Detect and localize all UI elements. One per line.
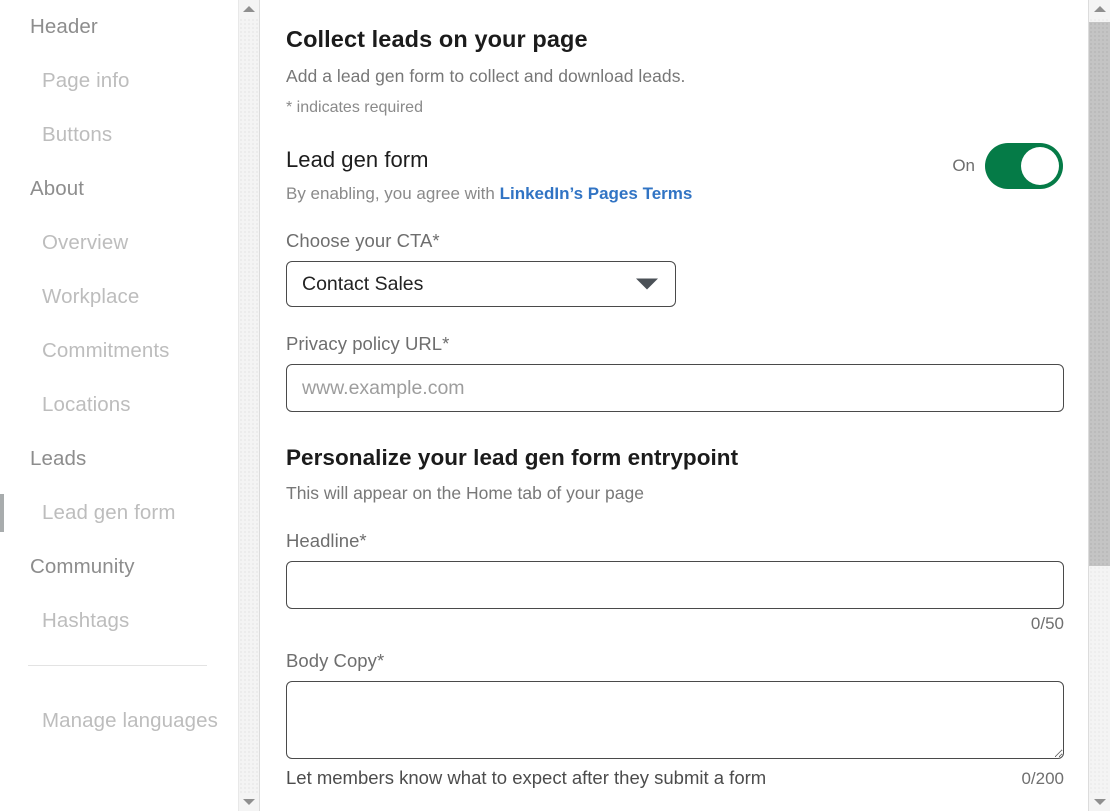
sidebar-nav-list: HeaderPage infoButtonsAboutOverviewWorkp… [0, 0, 238, 748]
sidebar-item-page-info[interactable]: Page info [0, 54, 238, 108]
main-scroll-down-button[interactable] [1089, 793, 1110, 811]
sidebar-item-buttons[interactable]: Buttons [0, 108, 238, 162]
cta-selected-value: Contact Sales [302, 273, 423, 296]
triangle-down-icon [1094, 799, 1106, 805]
lead-gen-form-label: Lead gen form [286, 147, 1063, 173]
cta-select[interactable]: Contact Sales [286, 261, 676, 307]
sidebar-item-label: Manage languages [0, 694, 238, 748]
personalize-section-subtitle: This will appear on the Home tab of your… [286, 471, 1063, 504]
main-content: Collect leads on your page Add a lead ge… [261, 0, 1088, 811]
lead-gen-form-toggle-row: Lead gen form By enabling, you agree wit… [286, 147, 1063, 204]
sidebar-scroll-down-button[interactable] [239, 793, 259, 811]
triangle-up-icon [243, 6, 255, 12]
triangle-down-icon [243, 799, 255, 805]
sidebar-item-community: Community [0, 540, 238, 594]
lead-gen-consent-text: By enabling, you agree with LinkedIn’s P… [286, 173, 1063, 204]
required-indicator-note: * indicates required [286, 87, 1063, 117]
linkedin-pages-terms-link[interactable]: LinkedIn’s Pages Terms [500, 184, 693, 203]
body-copy-label: Body Copy* [286, 650, 1063, 681]
sidebar-item-label: Commitments [0, 324, 238, 378]
sidebar-item-hashtags[interactable]: Hashtags [0, 594, 238, 648]
page-subtitle: Add a lead gen form to collect and downl… [286, 53, 1063, 87]
main-scrollbar[interactable] [1088, 0, 1110, 811]
sidebar-item-label: About [0, 162, 238, 216]
sidebar-item-label: Leads [0, 432, 238, 486]
sidebar-selection-indicator [0, 494, 4, 532]
switch-knob [1021, 147, 1059, 185]
body-copy-character-counter: 0/200 [1021, 769, 1064, 789]
privacy-policy-field-block: Privacy policy URL* [286, 333, 1063, 412]
privacy-policy-url-input[interactable] [286, 364, 1064, 412]
sidebar-scrollbar-track[interactable] [239, 18, 259, 793]
main-scroll-up-button[interactable] [1089, 0, 1110, 18]
cta-field-block: Choose your CTA* Contact Sales [286, 230, 1063, 307]
sidebar-item-label: Page info [0, 54, 238, 108]
sidebar-item-locations[interactable]: Locations [0, 378, 238, 432]
sidebar-item-manage-languages[interactable]: Manage languages [0, 694, 238, 748]
sidebar-item-about: About [0, 162, 238, 216]
cta-label: Choose your CTA* [286, 230, 1063, 261]
page-root: HeaderPage infoButtonsAboutOverviewWorkp… [0, 0, 1110, 811]
sidebar-scrollbar[interactable] [238, 0, 260, 811]
sidebar-item-header: Header [0, 0, 238, 54]
privacy-policy-label: Privacy policy URL* [286, 333, 1063, 364]
sidebar-item-label: Community [0, 540, 238, 594]
sidebar-item-overview[interactable]: Overview [0, 216, 238, 270]
body-copy-field-block: Body Copy* Let members know what to expe… [286, 650, 1063, 789]
sidebar-item-label: Workplace [0, 270, 238, 324]
main-scrollbar-thumb[interactable] [1089, 22, 1110, 566]
settings-sidebar: HeaderPage infoButtonsAboutOverviewWorkp… [0, 0, 238, 811]
lead-gen-toggle-control: On [952, 143, 1063, 189]
body-copy-help-text: Let members know what to expect after th… [286, 767, 766, 789]
sidebar-item-label: Hashtags [0, 594, 238, 648]
sidebar-item-leads: Leads [0, 432, 238, 486]
sidebar-item-label: Locations [0, 378, 238, 432]
cta-select-wrapper: Contact Sales [286, 261, 676, 307]
sidebar-item-label: Header [0, 0, 238, 54]
sidebar-item-label: Overview [0, 216, 238, 270]
triangle-up-icon [1094, 6, 1106, 12]
headline-input[interactable] [286, 561, 1064, 609]
headline-character-counter: 0/50 [286, 609, 1064, 634]
sidebar-spacer [0, 666, 238, 694]
sidebar-item-commitments[interactable]: Commitments [0, 324, 238, 378]
sidebar-item-label: Buttons [0, 108, 238, 162]
sidebar-item-label: Lead gen form [0, 486, 238, 540]
personalize-section-title: Personalize your lead gen form entrypoin… [286, 412, 1063, 471]
lead-gen-form-switch[interactable] [985, 143, 1063, 189]
body-copy-textarea[interactable] [286, 681, 1064, 759]
toggle-state-label: On [952, 156, 975, 176]
headline-label: Headline* [286, 530, 1063, 561]
body-copy-help-row: Let members know what to expect after th… [286, 759, 1064, 789]
sidebar-item-lead-gen-form[interactable]: Lead gen form [0, 486, 238, 540]
page-title: Collect leads on your page [286, 0, 1063, 53]
consent-prefix-text: By enabling, you agree with [286, 184, 500, 203]
headline-field-block: Headline* 0/50 [286, 530, 1063, 634]
sidebar-item-workplace[interactable]: Workplace [0, 270, 238, 324]
sidebar-scroll-up-button[interactable] [239, 0, 259, 18]
